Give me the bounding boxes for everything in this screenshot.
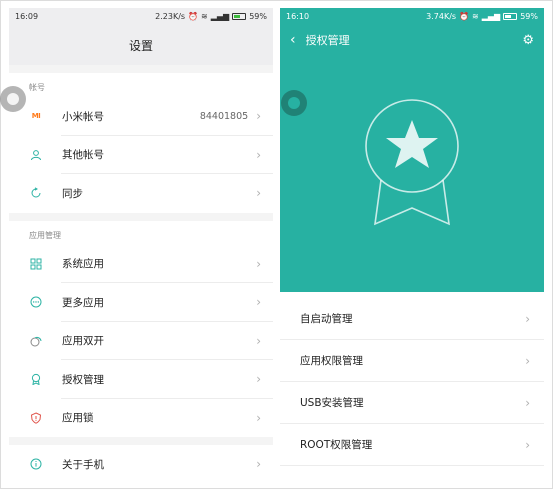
settings-item-label: 关于手机 — [62, 458, 104, 471]
more-dots-icon — [29, 295, 43, 309]
settings-item-other-accounts[interactable]: 其他帐号 › — [9, 136, 273, 175]
settings-item-label: 同步 — [62, 187, 83, 200]
battery-level: 59% — [249, 12, 267, 21]
settings-item-dual-apps[interactable]: 应用双开 › — [9, 322, 273, 361]
chevron-right-icon: › — [256, 372, 261, 387]
nav-bar: ‹ 授权管理 ⚙ — [280, 25, 544, 55]
settings-item-mi-account[interactable]: MI 小米帐号 84401805 › — [9, 97, 273, 136]
sync-icon — [29, 186, 43, 200]
list-item-app-permissions[interactable]: 应用权限管理 › — [280, 340, 544, 382]
battery-level: 59% — [520, 12, 538, 21]
page-title: 设置 — [9, 25, 273, 65]
award-icon — [29, 372, 43, 386]
settings-item-sync[interactable]: 同步 › — [9, 174, 273, 213]
chevron-right-icon: › — [525, 311, 530, 326]
settings-item-label: 授权管理 — [62, 373, 104, 386]
settings-item-label: 应用双开 — [62, 335, 104, 348]
status-bar: 16:10 3.74K/s ⏰ ≋ ▂▄▆ 59% — [280, 8, 544, 25]
chevron-right-icon: › — [256, 186, 261, 201]
settings-item-label: 更多应用 — [62, 296, 104, 309]
back-arrow-icon[interactable]: ‹ — [290, 32, 296, 48]
award-badge-icon — [357, 98, 467, 242]
chevron-right-icon: › — [256, 109, 261, 124]
list-item-root-permissions[interactable]: ROOT权限管理 › — [280, 424, 544, 466]
settings-item-about-phone[interactable]: 关于手机 › — [9, 445, 273, 481]
apps-section: 应用管理 系统应用 › 更多应用 › 应用双开 › 授权管理 › 应用锁 › — [9, 220, 273, 438]
signal-icon: ▂▄▆ — [210, 12, 230, 21]
settings-screen: 16:09 2.23K/s ⏰ ≋ ▂▄▆ 59% 设置 帐号 MI 小米帐号 … — [9, 8, 273, 481]
authorization-list: 自启动管理 › 应用权限管理 › USB安装管理 › ROOT权限管理 › — [280, 292, 544, 466]
signal-icon: ▂▄▆ — [481, 12, 501, 21]
wifi-icon: ≋ — [201, 12, 208, 21]
about-section: 关于手机 › — [9, 445, 273, 481]
status-indicators: 3.74K/s ⏰ ≋ ▂▄▆ 59% — [426, 12, 538, 21]
settings-item-label: 小米帐号 — [62, 110, 104, 123]
alarm-icon: ⏰ — [459, 12, 470, 21]
gear-icon[interactable]: ⚙ — [522, 33, 534, 48]
chevron-right-icon: › — [525, 353, 530, 368]
chevron-right-icon: › — [525, 395, 530, 410]
settings-item-authorization[interactable]: 授权管理 › — [9, 360, 273, 399]
list-item-label: USB安装管理 — [300, 397, 364, 409]
chevron-right-icon: › — [256, 457, 261, 472]
status-time: 16:09 — [15, 12, 39, 21]
settings-item-label: 系统应用 — [62, 258, 104, 271]
status-indicators: 2.23K/s ⏰ ≋ ▂▄▆ 59% — [155, 12, 267, 21]
settings-item-more-apps[interactable]: 更多应用 › — [9, 283, 273, 322]
alarm-icon: ⏰ — [188, 12, 199, 21]
list-item-label: 自启动管理 — [300, 313, 353, 325]
list-item-label: ROOT权限管理 — [300, 439, 373, 451]
chevron-right-icon: › — [256, 295, 261, 310]
shield-lock-icon — [29, 411, 43, 425]
wifi-icon: ≋ — [472, 12, 479, 21]
status-speed: 3.74K/s — [426, 12, 457, 21]
list-item-label: 应用权限管理 — [300, 355, 363, 367]
account-section: 帐号 MI 小米帐号 84401805 › 其他帐号 › 同步 › — [9, 73, 273, 213]
section-label-account: 帐号 — [29, 83, 45, 92]
info-icon — [29, 457, 43, 471]
header-banner: 16:10 3.74K/s ⏰ ≋ ▂▄▆ 59% ‹ 授权管理 ⚙ — [280, 8, 544, 292]
chevron-right-icon: › — [256, 256, 261, 271]
authorization-screen: 16:10 3.74K/s ⏰ ≋ ▂▄▆ 59% ‹ 授权管理 ⚙ 自启动管理… — [280, 8, 544, 481]
dual-app-icon — [29, 334, 43, 348]
mi-logo-icon: MI — [31, 112, 41, 121]
status-speed: 2.23K/s — [155, 12, 186, 21]
grid-icon — [29, 257, 43, 271]
list-item-autostart[interactable]: 自启动管理 › — [280, 298, 544, 340]
list-item-usb-install[interactable]: USB安装管理 › — [280, 382, 544, 424]
battery-icon — [232, 13, 247, 20]
person-icon — [29, 148, 43, 162]
status-time: 16:10 — [286, 12, 310, 21]
floating-ball-button[interactable] — [281, 90, 307, 116]
chevron-right-icon: › — [525, 437, 530, 452]
settings-item-system-apps[interactable]: 系统应用 › — [9, 245, 273, 284]
chevron-right-icon: › — [256, 333, 261, 348]
settings-item-app-lock[interactable]: 应用锁 › — [9, 399, 273, 438]
floating-ball-button[interactable] — [0, 86, 26, 112]
chevron-right-icon: › — [256, 410, 261, 425]
settings-item-label: 应用锁 — [62, 412, 94, 425]
page-title: 授权管理 — [305, 34, 350, 47]
chevron-right-icon: › — [256, 147, 261, 162]
account-id-value: 84401805 — [199, 110, 249, 122]
battery-icon — [503, 13, 518, 20]
settings-item-label: 其他帐号 — [62, 149, 104, 162]
status-bar: 16:09 2.23K/s ⏰ ≋ ▂▄▆ 59% — [9, 8, 273, 25]
section-label-apps: 应用管理 — [29, 230, 61, 240]
